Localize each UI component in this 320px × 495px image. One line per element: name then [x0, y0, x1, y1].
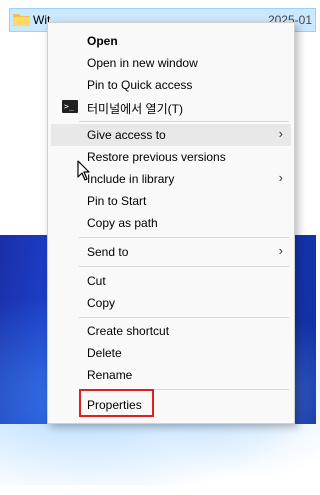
menu-separator	[79, 266, 289, 267]
menu-separator	[79, 237, 289, 238]
folder-icon	[13, 14, 30, 26]
menu-separator	[79, 317, 289, 318]
menu-item-rename[interactable]: Rename	[51, 364, 291, 386]
mouse-cursor-icon	[77, 160, 90, 181]
menu-separator	[79, 121, 289, 122]
menu-item-open-new-window[interactable]: Open in new window	[51, 52, 291, 74]
menu-item-open-in-terminal[interactable]: >_ 터미널에서 열기(T)	[51, 96, 291, 118]
menu-item-open[interactable]: Open	[51, 30, 291, 52]
menu-item-copy-as-path[interactable]: Copy as path	[51, 212, 291, 234]
chevron-right-icon: ›	[278, 170, 283, 185]
context-menu: Open Open in new window Pin to Quick acc…	[47, 22, 295, 424]
menu-item-cut[interactable]: Cut	[51, 270, 291, 292]
menu-item-delete[interactable]: Delete	[51, 342, 291, 364]
terminal-icon: >_	[62, 100, 78, 113]
menu-item-create-shortcut[interactable]: Create shortcut	[51, 320, 291, 342]
menu-item-pin-start[interactable]: Pin to Start	[51, 190, 291, 212]
menu-item-send-to[interactable]: Send to ›	[51, 241, 291, 263]
menu-item-give-access[interactable]: Give access to ›	[51, 124, 291, 146]
chevron-right-icon: ›	[278, 126, 283, 141]
menu-item-copy[interactable]: Copy	[51, 292, 291, 314]
properties-highlight-box	[79, 389, 154, 417]
chevron-right-icon: ›	[278, 243, 283, 258]
menu-item-pin-quick-access[interactable]: Pin to Quick access	[51, 74, 291, 96]
